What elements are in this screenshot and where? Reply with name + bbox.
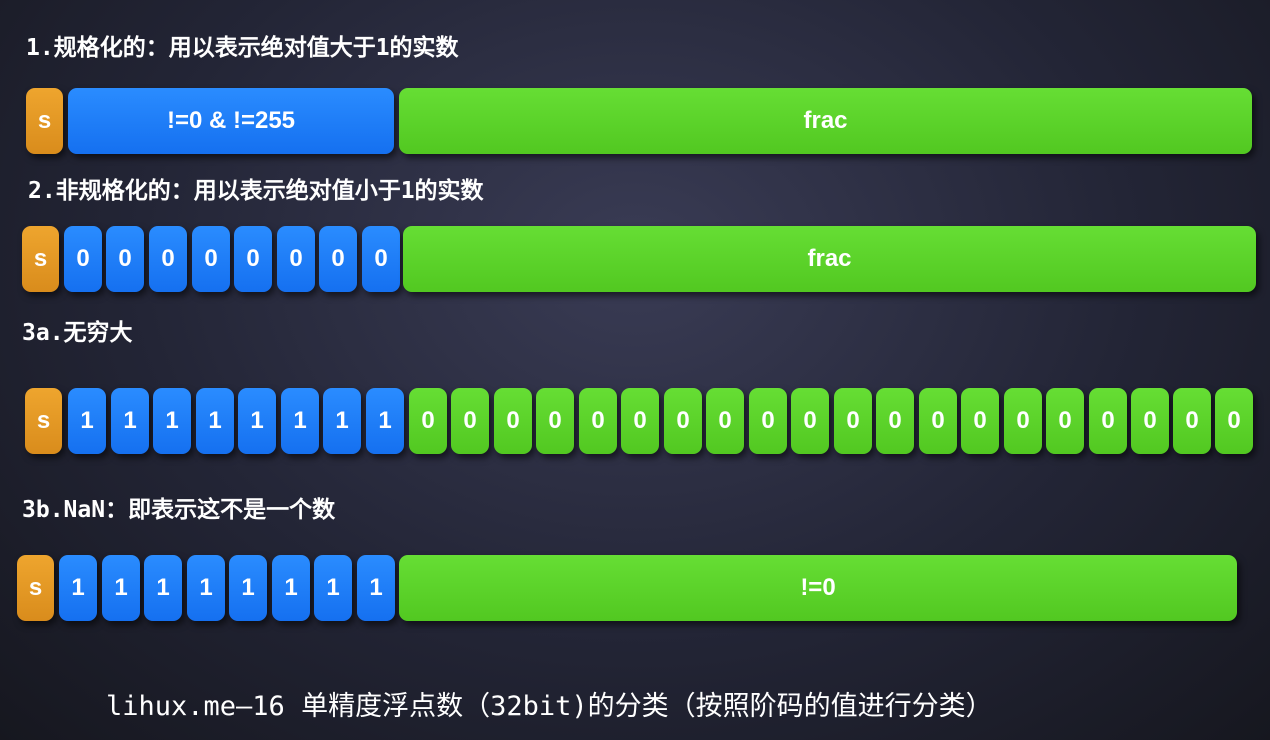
- exponent-bit: 0: [64, 226, 102, 292]
- row-infinity: s 1 1 1 1 1 1 1 1 0 0 0 0 0 0 0 0 0 0 0 …: [0, 388, 1270, 454]
- sign-bit: s: [22, 226, 59, 292]
- exponent-bit: 1: [323, 388, 361, 454]
- fraction-bit: 0: [1004, 388, 1042, 454]
- heading-infinity: 3a.无穷大: [22, 320, 133, 346]
- exponent-bit: 0: [319, 226, 357, 292]
- fraction-bit: 0: [1173, 388, 1211, 454]
- fraction-bit: 0: [1046, 388, 1084, 454]
- fraction-bit: 0: [536, 388, 574, 454]
- fraction-bit: 0: [706, 388, 744, 454]
- exponent-bit: 1: [366, 388, 404, 454]
- exponent-bit: 0: [277, 226, 315, 292]
- fraction-field: frac: [399, 88, 1252, 154]
- exponent-bit: 1: [229, 555, 267, 621]
- fraction-bit: 0: [1215, 388, 1253, 454]
- fraction-bit: 0: [579, 388, 617, 454]
- sign-bit: s: [25, 388, 62, 454]
- fraction-bit: 0: [919, 388, 957, 454]
- exponent-bit: 1: [111, 388, 149, 454]
- exponent-bit: 1: [238, 388, 276, 454]
- exponent-bit: 1: [144, 555, 182, 621]
- fraction-bit: 0: [834, 388, 872, 454]
- fraction-bit: 0: [791, 388, 829, 454]
- fraction-bit: 0: [876, 388, 914, 454]
- fraction-bit: 0: [409, 388, 447, 454]
- exponent-bit: 0: [362, 226, 400, 292]
- exponent-bit: 1: [68, 388, 106, 454]
- row-normalized: s !=0 & !=255 frac: [0, 88, 1270, 154]
- exponent-bit: 0: [106, 226, 144, 292]
- exponent-bit: 1: [153, 388, 191, 454]
- fraction-bit: 0: [621, 388, 659, 454]
- fraction-bit: 0: [494, 388, 532, 454]
- caption: lihux.me—16 单精度浮点数（32bit)的分类（按照阶码的值进行分类）: [106, 691, 993, 722]
- exponent-bit: 0: [234, 226, 272, 292]
- exponent-bit: 1: [102, 555, 140, 621]
- exponent-bit: 1: [272, 555, 310, 621]
- exponent-bit: 1: [357, 555, 395, 621]
- fraction-bit: 0: [961, 388, 999, 454]
- heading-nan: 3b.NaN：即表示这不是一个数: [22, 497, 336, 523]
- fraction-bit: 0: [1089, 388, 1127, 454]
- fraction-field: frac: [403, 226, 1256, 292]
- exponent-bit: 1: [281, 388, 319, 454]
- sign-bit: s: [26, 88, 63, 154]
- fraction-bit: 0: [451, 388, 489, 454]
- heading-denormalized: 2.非规格化的：用以表示绝对值小于1的实数: [28, 178, 484, 204]
- fraction-bit: 0: [749, 388, 787, 454]
- exponent-bit: 1: [59, 555, 97, 621]
- row-denormalized: s 0 0 0 0 0 0 0 0 frac: [0, 226, 1270, 292]
- exponent-bit: 1: [196, 388, 234, 454]
- row-nan: s 1 1 1 1 1 1 1 1 !=0: [0, 555, 1270, 621]
- exponent-bit: 1: [314, 555, 352, 621]
- sign-bit: s: [17, 555, 54, 621]
- exponent-bit: 1: [187, 555, 225, 621]
- exponent-bit: 0: [192, 226, 230, 292]
- fraction-field: !=0: [399, 555, 1237, 621]
- heading-normalized: 1.规格化的：用以表示绝对值大于1的实数: [26, 35, 459, 61]
- fraction-bit: 0: [664, 388, 702, 454]
- exponent-bit: 0: [149, 226, 187, 292]
- exponent-field: !=0 & !=255: [68, 88, 394, 154]
- fraction-bit: 0: [1131, 388, 1169, 454]
